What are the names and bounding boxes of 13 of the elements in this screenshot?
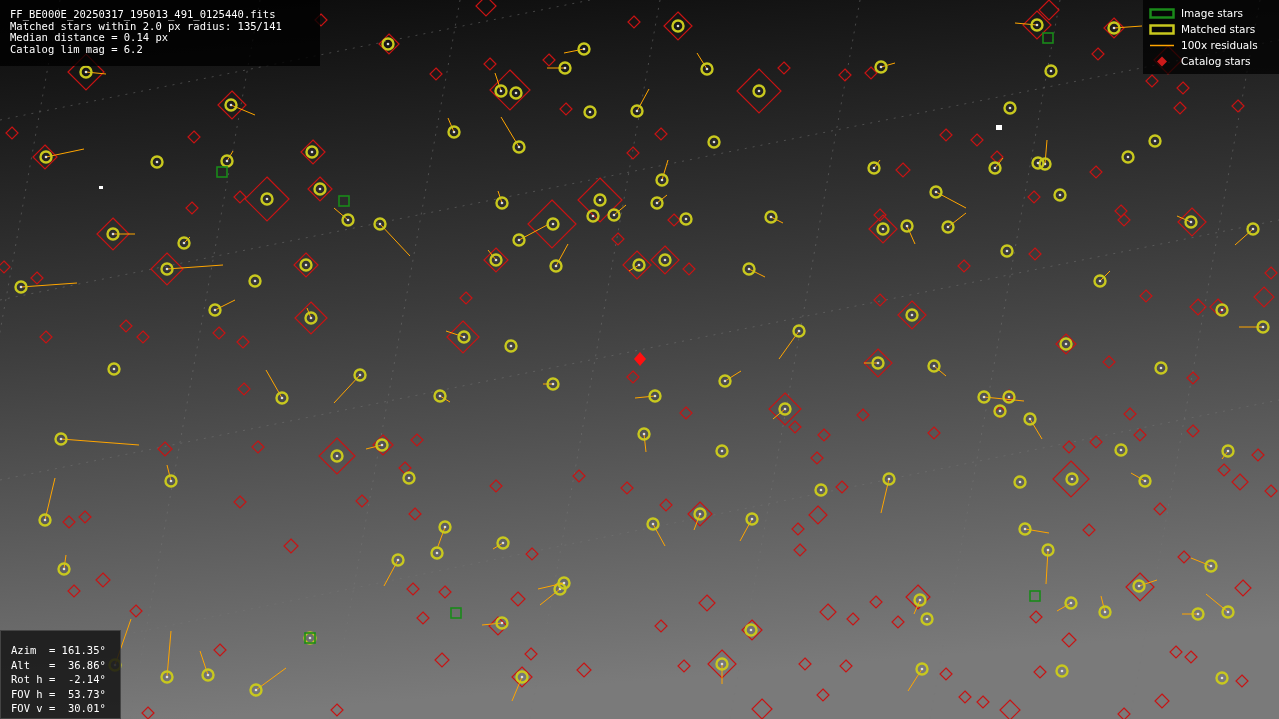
- pointing-text: Azim = 161.35°: [11, 643, 107, 658]
- legend-label: 100x residuals: [1181, 39, 1258, 51]
- info-text: Matched stars within 2.0 px radius: 135/141: [10, 20, 283, 32]
- legend-label: Matched stars: [1181, 23, 1256, 35]
- pointing-text: FOV h = 53.73°: [11, 686, 107, 702]
- info-text: FF_BE000E_20250317_195013_491_0125440.fits: [10, 9, 277, 21]
- info-text: Median distance = 0.14 px: [10, 32, 169, 44]
- pointing-text: Rot h = -2.14°: [11, 672, 107, 687]
- pointing-text: Alt = 36.86°: [11, 657, 107, 673]
- pointing-text: FOV v = 30.01°: [11, 701, 107, 716]
- legend-label: Image stars: [1181, 7, 1244, 19]
- info-text: Catalog lim mag = 6.2: [10, 43, 144, 55]
- legend-label: Catalog stars: [1181, 55, 1251, 67]
